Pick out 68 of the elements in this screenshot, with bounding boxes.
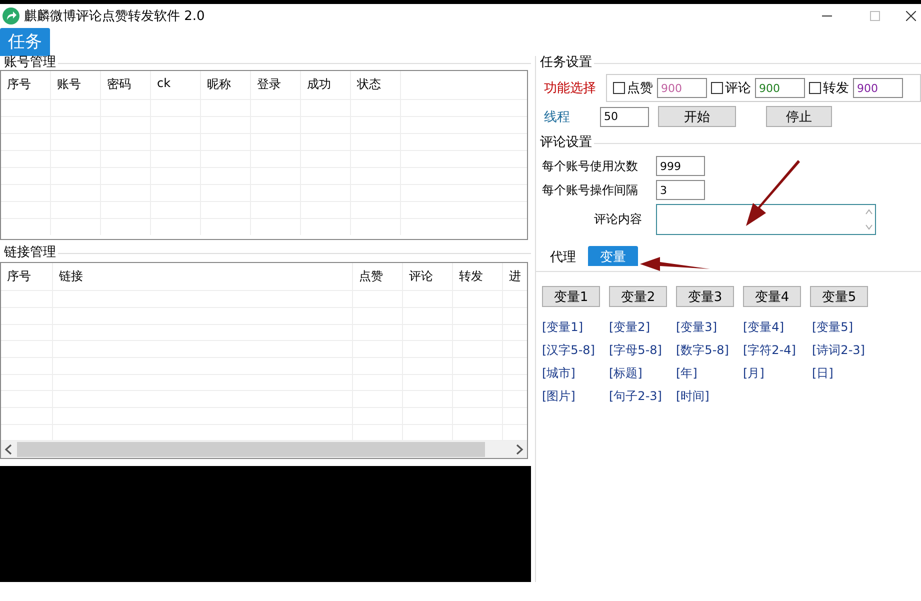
variable-token[interactable]: [句子2-3]	[609, 388, 676, 405]
start-button[interactable]: 开始	[658, 106, 736, 127]
variable-token[interactable]: [字符2-4]	[743, 342, 812, 359]
checkbox[interactable]: 转发	[809, 79, 849, 97]
count-field[interactable]: 900	[853, 78, 903, 98]
variable-token[interactable]: [图片]	[542, 388, 609, 405]
column-header[interactable]: 点赞	[353, 263, 403, 290]
annotation-arrow	[640, 257, 710, 271]
variable-token[interactable]: [变量3]	[676, 319, 743, 336]
variable-button[interactable]: 变量1	[542, 286, 600, 307]
thread-label: 线程	[544, 108, 571, 126]
column-header[interactable]: 登录	[251, 71, 301, 99]
variable-token[interactable]: [诗词2-3]	[812, 342, 879, 359]
variable-token[interactable]: [数字5-8]	[676, 342, 743, 359]
scrollbar[interactable]	[1, 440, 527, 458]
column-header[interactable]: 序号	[1, 263, 53, 290]
column-header[interactable]: 成功	[301, 71, 351, 99]
close-icon	[906, 11, 916, 21]
column-header[interactable]: 进	[503, 263, 527, 290]
checkbox[interactable]: 评论	[711, 79, 751, 97]
variable-token[interactable]: [年]	[676, 365, 743, 382]
thread-field[interactable]: 50	[600, 106, 649, 126]
window-title: 麒麟微博评论点赞转发软件 2.0	[24, 8, 206, 25]
field-label: 每个账号操作间隔	[542, 182, 639, 198]
variable-token[interactable]: [字母5-8]	[609, 342, 676, 359]
variable-token[interactable]: [变量2]	[609, 319, 676, 336]
comment-field[interactable]	[656, 204, 876, 234]
column-header[interactable]: 转发	[453, 263, 503, 290]
count-field[interactable]: 900	[755, 78, 805, 98]
variable-button[interactable]: 变量3	[676, 286, 734, 307]
input-field[interactable]: 999	[656, 156, 705, 176]
function-label: 功能选择	[544, 80, 597, 97]
count-field[interactable]: 900	[657, 78, 707, 98]
variable-token[interactable]: [时间]	[676, 388, 743, 405]
column-header[interactable]: 状态	[351, 71, 401, 99]
checkbox[interactable]: 点赞	[613, 79, 653, 97]
column-header[interactable]: 密码	[101, 71, 151, 99]
input-field[interactable]: 3	[656, 180, 705, 200]
column-header[interactable]: 序号	[1, 71, 51, 99]
group-title: 链接管理	[4, 246, 56, 260]
variable-token[interactable]: [变量4]	[743, 319, 812, 336]
variable-button[interactable]: 变量5	[810, 286, 868, 307]
variable-token[interactable]: [日]	[812, 365, 879, 382]
group-title: 评论设置	[540, 136, 592, 150]
variable-button[interactable]: 变量2	[609, 286, 667, 307]
field-label: 每个账号使用次数	[542, 158, 639, 174]
variable-token[interactable]: [汉字5-8]	[542, 342, 609, 359]
annotation-arrow	[746, 160, 800, 226]
scrollbar-thumb[interactable]	[17, 442, 485, 458]
column-header[interactable]: ck	[151, 71, 201, 99]
tab[interactable]: 代理	[542, 246, 584, 266]
variable-token[interactable]: [变量1]	[542, 319, 609, 336]
stop-button[interactable]: 停止	[766, 106, 832, 127]
variable-token[interactable]: [变量5]	[812, 319, 879, 336]
task-tab[interactable]: 任务	[0, 28, 50, 56]
column-header[interactable]: 昵称	[201, 71, 251, 99]
variable-token[interactable]: [标题]	[609, 365, 676, 382]
column-header[interactable]: 评论	[403, 263, 453, 290]
column-header[interactable]: 账号	[51, 71, 101, 99]
variable-button[interactable]: 变量4	[743, 286, 801, 307]
group-title: 账号管理	[4, 56, 56, 70]
variable-token[interactable]: [月]	[743, 365, 812, 382]
tab[interactable]: 变量	[588, 246, 638, 266]
field-label: 评论内容	[593, 210, 643, 228]
variable-token[interactable]: [城市]	[542, 365, 609, 382]
column-header[interactable]: 链接	[53, 263, 353, 290]
maximize-icon	[870, 11, 880, 21]
group-title: 任务设置	[540, 56, 592, 70]
